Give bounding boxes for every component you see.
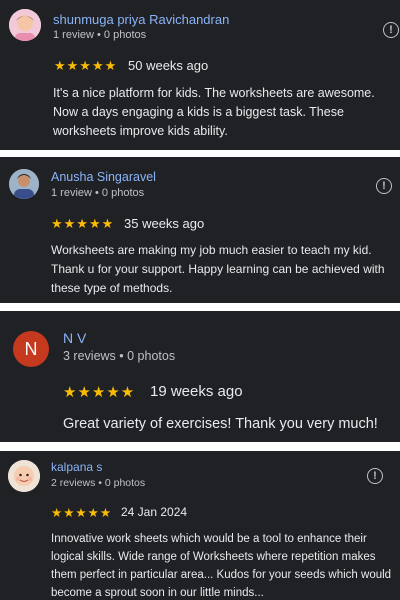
reviewer-name[interactable]: kalpana s: [51, 460, 102, 474]
avatar[interactable]: [9, 169, 39, 199]
star-rating: ★★★★★: [51, 216, 115, 231]
reviewer-name[interactable]: shunmuga priya Ravichandran: [53, 12, 229, 27]
review-card: kalpana s 2 reviews • 0 photos ★★★★★ 24 …: [0, 451, 400, 600]
baby-photo-icon: [8, 460, 40, 492]
review-card: shunmuga priya Ravichandran 1 review • 0…: [0, 0, 400, 150]
review-card: Anusha Singaravel 1 review • 0 photos ★★…: [0, 157, 400, 303]
info-icon[interactable]: [367, 468, 383, 484]
info-icon[interactable]: [383, 22, 399, 38]
review-text: Worksheets are making my job much easier…: [51, 243, 385, 295]
reviewer-name[interactable]: Anusha Singaravel: [51, 170, 156, 184]
reviewer-name[interactable]: N V: [63, 330, 86, 346]
review-card: N N V 3 reviews • 0 photos ★★★★★ 19 week…: [0, 311, 400, 442]
review-text: Innovative work sheets which would be a …: [51, 533, 392, 599]
avatar[interactable]: N: [13, 331, 49, 367]
star-rating: ★★★★★: [51, 506, 113, 520]
review-text: Great variety of exercises! Thank you ve…: [63, 416, 378, 432]
reviewer-stats: 3 reviews • 0 photos: [63, 349, 176, 363]
reviewer-stats: 2 reviews • 0 photos: [51, 477, 146, 489]
avatar-letter: N: [24, 339, 38, 359]
child-photo-icon: [9, 9, 41, 41]
review-date: 24 Jan 2024: [121, 505, 188, 519]
info-icon[interactable]: [376, 178, 392, 194]
avatar[interactable]: [8, 460, 40, 492]
review-date: 19 weeks ago: [150, 383, 243, 400]
review-date: 50 weeks ago: [128, 58, 209, 73]
reviewer-stats: 1 review • 0 photos: [51, 187, 145, 199]
reviewer-stats: 1 review • 0 photos: [53, 29, 147, 41]
review-date: 35 weeks ago: [124, 216, 205, 231]
avatar[interactable]: [9, 9, 41, 41]
person-photo-icon: [9, 169, 39, 199]
star-rating: ★★★★★: [63, 384, 136, 401]
star-rating: ★★★★★: [54, 58, 118, 73]
review-text: It's a nice platform for kids. The works…: [53, 86, 375, 138]
